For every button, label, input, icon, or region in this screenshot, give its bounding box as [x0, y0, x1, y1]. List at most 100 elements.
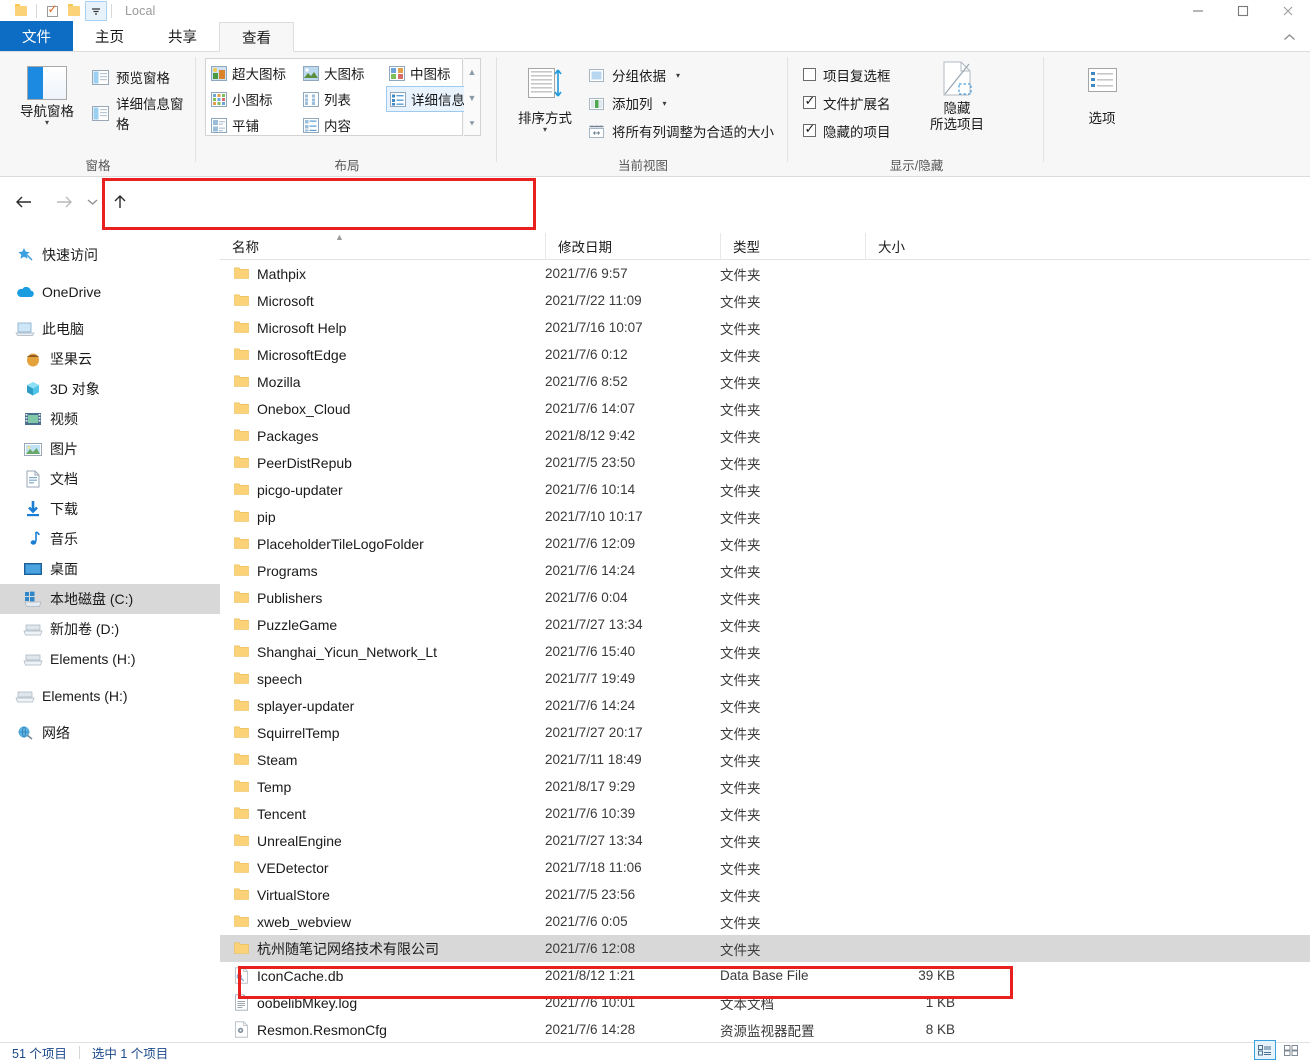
close-icon[interactable]: [1265, 0, 1310, 22]
hide-selected-items-button[interactable]: 隐藏 所选项目: [919, 60, 995, 133]
sidebar-item-elements-h-child[interactable]: Elements (H:): [0, 644, 220, 674]
table-row[interactable]: PeerDistRepub 2021/7/5 23:50 文件夹: [220, 449, 1310, 476]
tab-share[interactable]: 共享: [146, 21, 219, 51]
table-row[interactable]: Publishers 2021/7/6 0:04 文件夹: [220, 584, 1310, 611]
item-checkboxes-label: 项目复选框: [823, 68, 891, 84]
layout-expand-icon[interactable]: ⯆: [464, 111, 480, 137]
table-row[interactable]: 杭州随笔记网络技术有限公司 2021/7/6 12:08 文件夹: [220, 935, 1310, 962]
sidebar-item-3d-objects[interactable]: 3D 对象: [0, 374, 220, 404]
tab-view[interactable]: 查看: [219, 22, 294, 52]
layout-medium-icons[interactable]: 中图标: [386, 60, 466, 86]
table-row[interactable]: Temp 2021/8/17 9:29 文件夹: [220, 773, 1310, 800]
navigation-pane-button[interactable]: 导航窗格 ▾: [8, 58, 86, 127]
tab-file[interactable]: 文件: [0, 21, 73, 51]
layout-details[interactable]: 详细信息: [386, 86, 466, 112]
sidebar-item-local-disk-c[interactable]: 本地磁盘 (C:): [0, 584, 220, 614]
large-icons-view-toggle[interactable]: [1280, 1040, 1302, 1060]
qat-new-folder-icon[interactable]: [63, 1, 85, 21]
table-row[interactable]: speech 2021/7/7 19:49 文件夹: [220, 665, 1310, 692]
table-row[interactable]: Microsoft Help 2021/7/16 10:07 文件夹: [220, 314, 1310, 341]
table-row[interactable]: UnrealEngine 2021/7/27 13:34 文件夹: [220, 827, 1310, 854]
details-pane-button[interactable]: 详细信息窗格: [92, 97, 196, 132]
sidebar-item-network[interactable]: 网络: [0, 718, 220, 748]
sort-by-button[interactable]: 排序方式 ▾: [508, 58, 582, 134]
table-row[interactable]: IconCache.db 2021/8/12 1:21 Data Base File…: [220, 962, 1310, 989]
qat-properties-check-icon[interactable]: [41, 1, 63, 21]
table-row[interactable]: Shanghai_Yicun_Network_Lt 2021/7/6 15:40 文…: [220, 638, 1310, 665]
table-row[interactable]: picgo-updater 2021/7/6 10:14 文件夹: [220, 476, 1310, 503]
layout-small-icons[interactable]: 小图标: [208, 86, 300, 112]
layout-gallery-scroll[interactable]: ▲ ▼ ⯆: [464, 58, 481, 136]
sidebar-item-music[interactable]: 音乐: [0, 524, 220, 554]
back-button[interactable]: [10, 189, 38, 215]
table-row[interactable]: Resmon.ResmonCfg 2021/7/6 14:28 资源监视器配置 8 K…: [220, 1016, 1310, 1043]
size-all-columns-button[interactable]: 将所有列调整为合适的大小: [588, 118, 774, 144]
qat-folder-icon[interactable]: [10, 1, 32, 21]
forward-button[interactable]: [50, 189, 78, 215]
layout-gallery[interactable]: 超大图标 大图标 中图标 小图标 列表 详细信息 平铺 内容: [205, 58, 466, 138]
sidebar-item-videos[interactable]: 视频: [0, 404, 220, 434]
table-row[interactable]: VEDetector 2021/7/18 11:06 文件夹: [220, 854, 1310, 881]
hidden-items-checkbox[interactable]: [803, 121, 816, 137]
table-row[interactable]: splayer-updater 2021/7/6 14:24 文件夹: [220, 692, 1310, 719]
sidebar-item-nutstore[interactable]: 坚果云: [0, 344, 220, 374]
sidebar-item-documents[interactable]: 文档: [0, 464, 220, 494]
table-row[interactable]: Mathpix 2021/7/6 9:57 文件夹: [220, 260, 1310, 287]
add-columns-button[interactable]: 添加列 ▾: [588, 90, 667, 116]
recent-locations-dropdown[interactable]: [84, 189, 100, 215]
table-row[interactable]: Programs 2021/7/6 14:24 文件夹: [220, 557, 1310, 584]
folder-icon: [234, 940, 249, 957]
table-row[interactable]: pip 2021/7/10 10:17 文件夹: [220, 503, 1310, 530]
table-row[interactable]: Mozilla 2021/7/6 8:52 文件夹: [220, 368, 1310, 395]
table-row[interactable]: Microsoft 2021/7/22 11:09 文件夹: [220, 287, 1310, 314]
layout-tiles[interactable]: 平铺: [208, 112, 300, 138]
layout-large-icons[interactable]: 大图标: [300, 60, 386, 86]
sidebar-item-new-volume-d[interactable]: 新加卷 (D:): [0, 614, 220, 644]
file-name-text: Microsoft: [257, 292, 314, 309]
table-row[interactable]: SquirrelTemp 2021/7/27 20:17 文件夹: [220, 719, 1310, 746]
sidebar-item-elements-h[interactable]: Elements (H:): [0, 681, 220, 711]
table-row[interactable]: Onebox_Cloud 2021/7/6 14:07 文件夹: [220, 395, 1310, 422]
sidebar-item-desktop[interactable]: 桌面: [0, 554, 220, 584]
table-row[interactable]: xweb_webview 2021/7/6 0:05 文件夹: [220, 908, 1310, 935]
table-row[interactable]: Tencent 2021/7/6 10:39 文件夹: [220, 800, 1310, 827]
preview-pane-button[interactable]: 预览窗格: [92, 64, 170, 90]
minimize-icon[interactable]: [1175, 0, 1220, 22]
item-checkboxes-option[interactable]: 项目复选框: [803, 62, 891, 87]
navigation-pane[interactable]: 快速访问 OneDrive 此电脑 坚果云 3D 对象 视频 图片 文档 下载 …: [0, 233, 220, 1043]
sidebar-item-onedrive[interactable]: OneDrive: [0, 277, 220, 307]
sidebar-item-quick-access[interactable]: 快速访问: [0, 240, 220, 270]
chevron-up-icon[interactable]: [1278, 27, 1300, 47]
table-row[interactable]: VirtualStore 2021/7/5 23:56 文件夹: [220, 881, 1310, 908]
qat-customize-dropdown-icon[interactable]: [85, 1, 107, 21]
sidebar-item-pictures[interactable]: 图片: [0, 434, 220, 464]
options-button[interactable]: 选项: [1067, 66, 1137, 127]
table-row[interactable]: PlaceholderTileLogoFolder 2021/7/6 12:09 文…: [220, 530, 1310, 557]
layout-scroll-down-icon[interactable]: ▼: [464, 85, 480, 111]
layout-scroll-up-icon[interactable]: ▲: [464, 59, 480, 85]
table-row[interactable]: MicrosoftEdge 2021/7/6 0:12 文件夹: [220, 341, 1310, 368]
column-header-type[interactable]: 类型: [720, 232, 865, 260]
sidebar-item-this-pc[interactable]: 此电脑: [0, 314, 220, 344]
tab-home[interactable]: 主页: [73, 21, 146, 51]
table-row[interactable]: Steam 2021/7/11 18:49 文件夹: [220, 746, 1310, 773]
file-extensions-option[interactable]: 文件扩展名: [803, 90, 891, 115]
hidden-items-option[interactable]: 隐藏的项目: [803, 118, 891, 143]
file-list-view[interactable]: 名称 修改日期 类型 大小 Mathpix 2021/7/6 9:57 文件夹 Mic…: [220, 232, 1310, 1043]
layout-content[interactable]: 内容: [300, 112, 386, 138]
column-header-name[interactable]: 名称: [220, 233, 545, 260]
table-row[interactable]: PuzzleGame 2021/7/27 13:34 文件夹: [220, 611, 1310, 638]
column-header-size[interactable]: 大小: [865, 232, 965, 260]
table-row[interactable]: Packages 2021/8/12 9:42 文件夹: [220, 422, 1310, 449]
layout-extra-large-icons[interactable]: 超大图标: [208, 60, 300, 86]
item-checkboxes-checkbox[interactable]: [803, 68, 816, 81]
group-by-button[interactable]: 分组依据 ▾: [588, 62, 680, 88]
column-header-date[interactable]: 修改日期: [545, 232, 720, 260]
layout-list[interactable]: 列表: [300, 86, 386, 112]
up-button[interactable]: [106, 189, 134, 215]
table-row[interactable]: oobelibMkey.log 2021/7/6 10:01 文本文档 1 KB: [220, 989, 1310, 1016]
sidebar-item-downloads[interactable]: 下载: [0, 494, 220, 524]
details-view-toggle[interactable]: [1254, 1040, 1276, 1060]
maximize-icon[interactable]: [1220, 0, 1265, 22]
file-extensions-checkbox[interactable]: [803, 93, 816, 109]
